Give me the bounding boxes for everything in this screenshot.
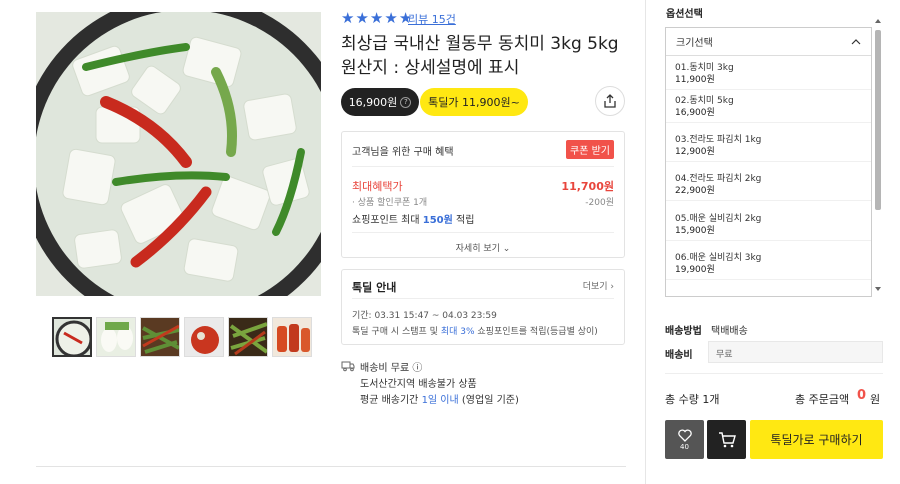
price-badge[interactable]: 16,900원 ? (341, 88, 419, 116)
ship-fee-label: 배송비 (665, 350, 693, 361)
scrollbar-thumb[interactable] (875, 30, 881, 210)
thumbnail[interactable] (52, 317, 92, 357)
share-icon (604, 94, 616, 108)
total-amount-label: 총 주문금액 (795, 393, 850, 406)
thumbnail[interactable] (272, 317, 312, 357)
buy-button[interactable]: 톡딜가로 구매하기 (750, 420, 883, 459)
deal-info-title: 톡딜 안내 (352, 281, 397, 294)
cart-icon (718, 431, 736, 447)
option-price: 11,900원 (675, 75, 715, 85)
coupon-button[interactable]: 쿠폰 받기 (566, 140, 614, 159)
option-item[interactable]: 06.매운 실비김치 3kg 19,900원 (666, 247, 871, 280)
divider (352, 166, 614, 167)
thumbnail[interactable] (96, 317, 136, 357)
rating-stars: ★ ★ ★ ★ ★ (341, 11, 412, 26)
star-icon: ★ (355, 9, 369, 27)
shipping-period-prefix: 평균 배송기간 (360, 395, 422, 406)
wishlist-count: 40 (680, 442, 689, 451)
share-button[interactable] (595, 86, 625, 116)
deal-note-suffix: 쇼핑포인트를 적립(등급별 상이) (474, 327, 598, 337)
option-dropdown-label: 크기선택 (676, 38, 713, 49)
deal-note-highlight: 최대 3% (440, 327, 475, 337)
deal-note: 톡딜 구매 시 스탬프 및 최대 3% 쇼핑포인트를 적립(등급별 상이) (352, 324, 598, 337)
point-line: 쇼핑포인트 최대 150원 적립 (352, 211, 474, 226)
panel-divider (645, 0, 646, 484)
option-name: 06.매운 실비김치 3kg (675, 253, 762, 263)
shipping-area-line: 도서산간지역 배송불가 상품 (360, 379, 477, 390)
thumbnail[interactable] (140, 317, 180, 357)
option-price: 15,900원 (675, 226, 715, 236)
option-item[interactable]: 02.동치미 5kg 16,900원 (666, 90, 871, 123)
max-benefit-label: 최대혜택가 (352, 180, 403, 193)
divider (36, 466, 626, 467)
max-benefit-price: 11,700원 (561, 180, 614, 193)
divider (665, 373, 883, 374)
deal-more-link[interactable]: 더보기 › (583, 279, 614, 292)
option-heading: 옵션선택 (666, 9, 703, 20)
divider (352, 232, 614, 233)
more-details-link[interactable]: 자세히 보기 ⌄ (342, 241, 624, 254)
origin-line: 원산지 : 상세설명에 표시 (341, 58, 520, 78)
divider (352, 298, 614, 299)
option-price: 19,900원 (675, 265, 715, 275)
product-title: 최상급 국내산 월동무 동치미 3kg 5kg 원산지 : 상세설명에 표시 (341, 32, 631, 80)
shipping-period-line: 평균 배송기간 1일 이내 (영업일 기준) (360, 391, 519, 406)
option-name: 02.동치미 5kg (675, 96, 734, 106)
option-dropdown[interactable]: 크기선택 01.동치미 3kg 11,900원 02.동치미 5kg 16,90… (665, 27, 872, 297)
question-icon[interactable]: ? (400, 96, 412, 108)
price-value: 16,900원 (348, 96, 398, 109)
option-price: 22,900원 (675, 186, 715, 196)
shipping-fee-line: 배송비 무료 ⓘ (360, 363, 423, 374)
deal-info-box: 톡딜 안내 더보기 › 기간: 03.31 15:47 ~ 04.03 23:5… (341, 269, 625, 345)
option-name: 01.동치미 3kg (675, 63, 734, 73)
deal-price-badge[interactable]: 톡딜가 11,900원~ (420, 88, 528, 116)
total-currency: 원 (870, 393, 881, 406)
review-link[interactable]: 리뷰 15건 (408, 11, 456, 27)
ship-method-value: 택배배송 (711, 326, 748, 337)
deal-period: 기간: 03.31 15:47 ~ 04.03 23:59 (352, 311, 497, 321)
option-item[interactable]: 04.전라도 파김치 2kg 22,900원 (666, 168, 871, 201)
thumbnail[interactable] (228, 317, 268, 357)
coupon-count: · 상품 할인쿠폰 1개 (352, 198, 428, 208)
option-item[interactable]: 01.동치미 3kg 11,900원 (666, 57, 871, 90)
benefit-box: 고객님을 위한 구매 혜택 쿠폰 받기 최대혜택가 11,700원 · 상품 할… (341, 131, 625, 258)
point-value: 150원 (422, 215, 453, 226)
chevron-up-icon (851, 38, 861, 44)
option-dropdown-header[interactable]: 크기선택 (666, 28, 871, 56)
ship-fee-value: 무료 (708, 341, 883, 363)
point-prefix: 쇼핑포인트 최대 (352, 215, 423, 226)
shipping-period-suffix: (영업일 기준) (458, 395, 519, 406)
coupon-amount: -200원 (585, 198, 614, 208)
option-price: 12,900원 (675, 147, 715, 157)
option-price: 16,900원 (675, 108, 715, 118)
option-item[interactable]: 03.전라도 파김치 1kg 12,900원 (666, 129, 871, 162)
deal-note-prefix: 톡딜 구매 시 스탬프 및 (352, 327, 441, 337)
ship-method-label: 배송방법 (665, 326, 702, 337)
option-name: 03.전라도 파김치 1kg (675, 135, 762, 145)
thumbnail-strip (52, 317, 312, 357)
total-quantity: 총 수량 1개 (665, 393, 720, 406)
benefit-title: 고객님을 위한 구매 혜택 (352, 147, 454, 158)
option-name: 04.전라도 파김치 2kg (675, 174, 762, 184)
title-line: 최상급 국내산 월동무 동치미 3kg 5kg (341, 34, 619, 54)
shipping-period-highlight: 1일 이내 (421, 395, 459, 406)
star-icon: ★ (369, 9, 384, 27)
heart-icon (677, 428, 692, 442)
option-name: 05.매운 실비김치 2kg (675, 214, 762, 224)
truck-icon (341, 361, 355, 372)
thumbnail[interactable] (184, 317, 224, 357)
star-icon: ★ (384, 9, 398, 27)
total-amount: 0 (857, 388, 867, 403)
cart-button[interactable] (707, 420, 746, 459)
star-icon: ★ (341, 9, 355, 27)
option-item[interactable]: 05.매운 실비김치 2kg 15,900원 (666, 208, 871, 241)
wishlist-button[interactable]: 40 (665, 420, 704, 459)
product-main-image (36, 12, 321, 296)
point-suffix: 적립 (452, 215, 475, 226)
